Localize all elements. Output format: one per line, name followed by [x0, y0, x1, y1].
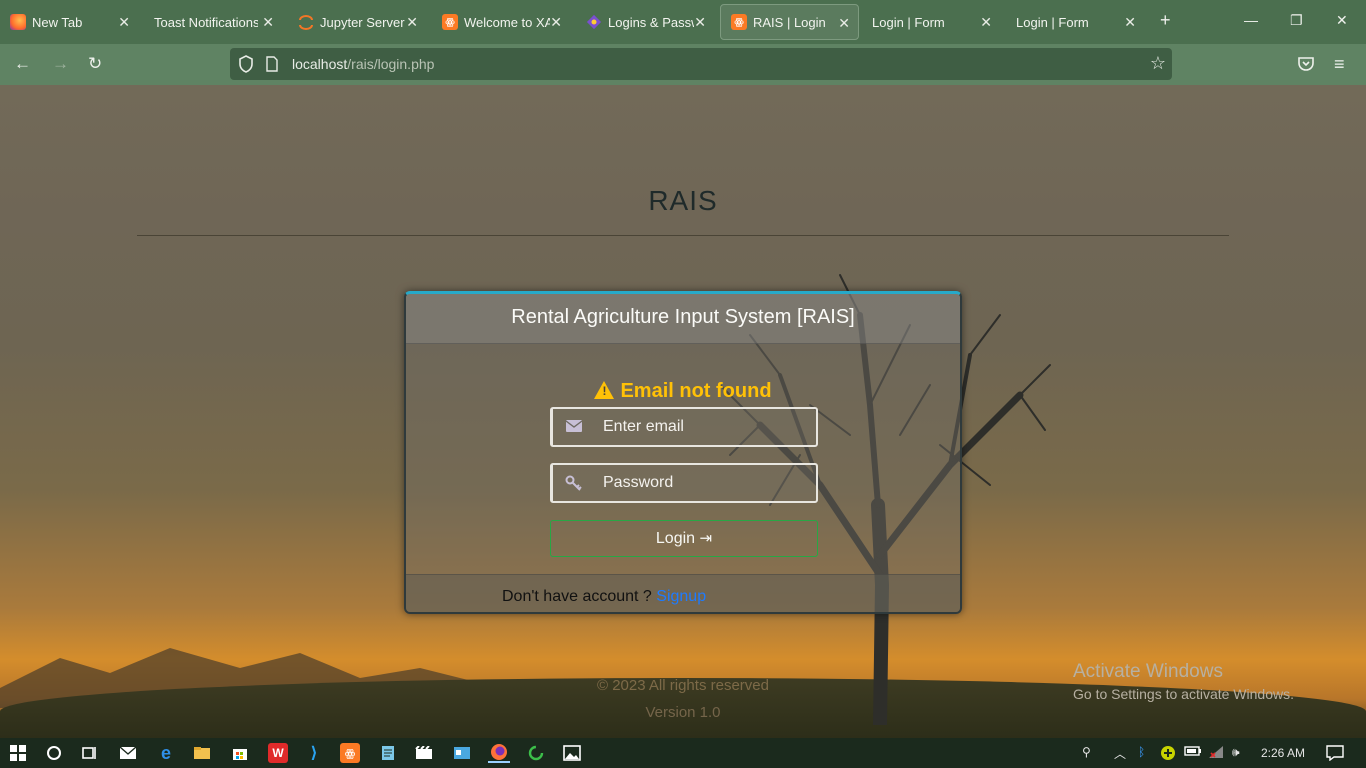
photos-icon[interactable] [562, 743, 582, 763]
password-input[interactable] [603, 465, 813, 501]
tab-title: RAIS | Login [753, 14, 826, 30]
divider [137, 235, 1229, 236]
url-path: /rais/login.php [347, 56, 435, 72]
login-label: Login [655, 530, 696, 547]
close-tab-icon[interactable]: ✕ [550, 14, 562, 30]
tab-title: Logins & Passwo [608, 14, 694, 30]
signup-prompt-text: Don't have account ? [502, 588, 652, 605]
close-tab-icon[interactable]: ✕ [694, 14, 706, 30]
network-icon[interactable] [1208, 745, 1224, 762]
tab-welcome-xampp[interactable]: ꙮ Welcome to XAI ✕ [432, 4, 570, 40]
tab-logins-passwords[interactable]: Logins & Passwo ✕ [576, 4, 714, 40]
close-tab-icon[interactable]: ✕ [406, 14, 418, 30]
restore-icon[interactable]: ❐ [1290, 12, 1303, 29]
navigation-bar: ← → ↻ localhost/rais/login.php ☆ ≡ [0, 44, 1366, 85]
error-alert: Email not found [406, 379, 960, 403]
url-text[interactable]: localhost/rais/login.php [292, 56, 434, 72]
activate-windows-watermark: Activate Windows Go to Settings to activ… [1073, 661, 1294, 702]
card-footer: Don't have account ? Signup [406, 574, 960, 612]
vscode-icon[interactable]: ⟩ [304, 743, 324, 763]
close-window-icon[interactable]: ✕ [1336, 12, 1348, 29]
file-explorer-icon[interactable] [192, 743, 212, 763]
xampp-icon: ꙮ [731, 14, 747, 30]
close-tab-icon[interactable]: ✕ [262, 14, 274, 30]
show-hidden-icons-icon[interactable]: ︿ [1114, 745, 1126, 762]
card-title: Rental Agriculture Input System [RAIS] [406, 294, 960, 344]
tab-new-tab[interactable]: New Tab ✕ [0, 4, 138, 40]
signup-prompt: Don't have account ? Signup [502, 588, 706, 606]
address-bar[interactable]: localhost/rais/login.php ☆ [230, 48, 1172, 80]
tab-title: Toast Notifications V [154, 14, 258, 30]
signup-link[interactable]: Signup [656, 588, 706, 605]
login-card: Rental Agriculture Input System [RAIS] E… [404, 291, 962, 614]
page-viewport: RAIS Rental Agriculture Input System [RA… [0, 85, 1366, 738]
close-tab-icon[interactable]: ✕ [118, 14, 130, 30]
video-editor-icon[interactable] [414, 743, 434, 763]
xampp-taskbar-icon[interactable]: ꙮ [340, 743, 360, 763]
watermark-line1: Activate Windows [1073, 661, 1223, 682]
url-host: localhost [292, 56, 348, 72]
jupyter-icon [298, 14, 314, 30]
new-tab-icon[interactable]: + [1160, 10, 1171, 31]
xampp-icon: ꙮ [442, 14, 458, 30]
mail-icon[interactable] [118, 743, 138, 763]
reload-icon[interactable]: ↻ [88, 55, 102, 73]
warning-icon [594, 381, 615, 399]
tab-jupyter-server[interactable]: Jupyter Server ✕ [288, 4, 426, 40]
menu-icon[interactable]: ≡ [1334, 55, 1345, 73]
envelope-icon [565, 419, 583, 435]
pocket-icon[interactable] [1297, 56, 1315, 77]
wps-office-icon[interactable]: W [268, 743, 288, 763]
brand-title: RAIS [648, 185, 718, 216]
email-field-group [550, 407, 818, 447]
back-icon[interactable]: ← [14, 55, 31, 73]
watermark-line2: Go to Settings to activate Windows. [1073, 686, 1294, 702]
key-icon [565, 475, 583, 491]
page-info-icon[interactable] [266, 56, 278, 77]
search-icon[interactable] [44, 743, 64, 763]
version-text: Version 1.0 [645, 704, 721, 721]
tab-toast-notifications[interactable]: Toast Notifications V ✕ [144, 4, 282, 40]
email-input[interactable] [603, 409, 813, 445]
tab-title: Jupyter Server [320, 14, 405, 30]
task-view-icon[interactable] [80, 743, 100, 763]
firefox-icon [10, 14, 26, 30]
close-tab-icon[interactable]: ✕ [838, 15, 850, 31]
bluetooth-icon[interactable]: ᛒ [1138, 745, 1145, 759]
login-button[interactable]: Login ⇥ [550, 520, 818, 557]
battery-icon[interactable] [1184, 745, 1202, 760]
firefox-taskbar-icon[interactable] [488, 743, 510, 763]
close-tab-icon[interactable]: ✕ [1124, 14, 1136, 30]
shield-icon[interactable] [238, 55, 254, 78]
app-tray-icon[interactable] [1160, 745, 1176, 764]
minimize-icon[interactable]: — [1244, 12, 1258, 28]
sign-in-icon: ⇥ [699, 530, 713, 547]
forward-icon[interactable]: → [52, 55, 69, 73]
lockwise-icon [586, 14, 602, 30]
edge-icon[interactable]: e [156, 743, 176, 763]
loading-app-icon[interactable] [526, 743, 546, 763]
alert-text: Email not found [620, 380, 772, 402]
taskbar: e W ⟩ ꙮ ⚲ ︿ ᛒ 🕪 2:26 AM [0, 738, 1366, 768]
notifications-icon[interactable] [1326, 745, 1344, 764]
store-icon[interactable] [230, 743, 250, 763]
password-field-group [550, 463, 818, 503]
tab-title: Login | Form [872, 14, 945, 30]
tab-rais-login[interactable]: ꙮ RAIS | Login ✕ [720, 4, 859, 40]
tab-title: Login | Form [1016, 14, 1089, 30]
notes-icon[interactable] [378, 743, 398, 763]
windows-start-icon[interactable] [8, 743, 28, 763]
bookmark-star-icon[interactable]: ☆ [1150, 53, 1166, 74]
control-panel-icon[interactable] [452, 743, 472, 763]
tab-bar: New Tab ✕ Toast Notifications V ✕ Jupyte… [0, 0, 1366, 44]
clock[interactable]: 2:26 AM [1261, 746, 1305, 760]
tab-login-form-1[interactable]: Login | Form ✕ [862, 4, 1000, 40]
close-tab-icon[interactable]: ✕ [980, 14, 992, 30]
tab-title: New Tab [32, 14, 83, 30]
tab-title: Welcome to XAI [464, 14, 550, 30]
people-icon[interactable]: ⚲ [1082, 745, 1091, 759]
volume-icon[interactable]: 🕪 [1232, 745, 1240, 760]
tab-login-form-2[interactable]: Login | Form ✕ [1006, 4, 1144, 40]
